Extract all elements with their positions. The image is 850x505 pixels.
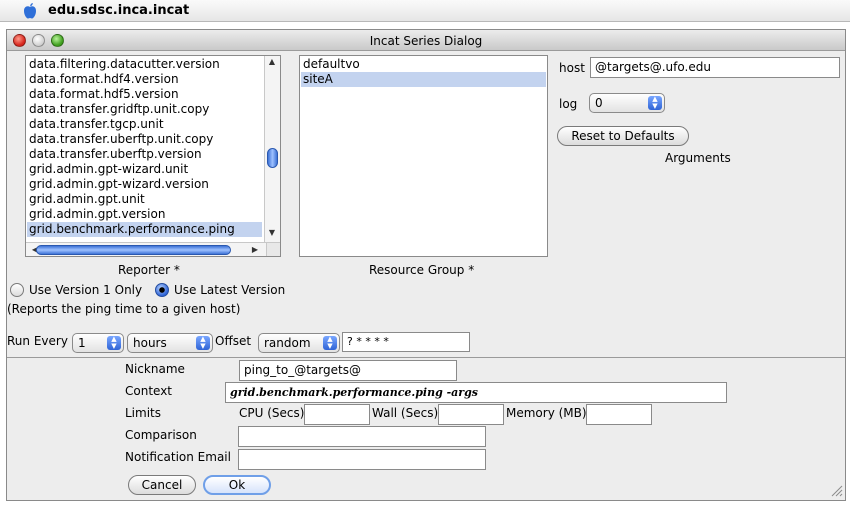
- list-item[interactable]: grid.admin.gpt-wizard.unit: [27, 162, 262, 177]
- nickname-input[interactable]: ping_to_@targets@: [239, 360, 457, 381]
- offset-mode-select[interactable]: random ▲ ▼: [258, 333, 340, 353]
- popup-arrows-icon: ▲ ▼: [648, 96, 662, 110]
- horizontal-scroll-thumb[interactable]: [36, 245, 231, 255]
- comparison-input[interactable]: [238, 426, 486, 447]
- list-item[interactable]: data.transfer.uberftp.version: [27, 147, 262, 162]
- context-label: Context: [125, 384, 173, 398]
- title-bar[interactable]: Incat Series Dialog: [7, 30, 845, 51]
- reporter-description: (Reports the ping time to a given host): [7, 302, 241, 316]
- reporter-list[interactable]: data.filtering.datacutter.version data.f…: [25, 55, 281, 257]
- reset-to-defaults-button[interactable]: Reset to Defaults: [557, 126, 689, 146]
- host-label: host: [559, 61, 585, 75]
- run-count-value: 1: [78, 336, 86, 350]
- list-item[interactable]: data.format.hdf4.version: [27, 72, 262, 87]
- time-unit-select[interactable]: hours ▲ ▼: [127, 333, 213, 353]
- dialog-content: data.filtering.datacutter.version data.f…: [7, 51, 845, 500]
- nickname-label: Nickname: [125, 362, 185, 376]
- cpu-secs-input[interactable]: [304, 404, 370, 425]
- use-latest-version-label[interactable]: Use Latest Version: [174, 283, 285, 297]
- comparison-label: Comparison: [125, 428, 197, 442]
- list-item[interactable]: data.transfer.gridftp.unit.copy: [27, 102, 262, 117]
- popup-arrows-icon: ▲ ▼: [323, 336, 337, 350]
- arguments-label: Arguments: [665, 151, 731, 165]
- log-label: log: [559, 97, 578, 111]
- series-dialog-window: Incat Series Dialog data.filtering.datac…: [6, 29, 846, 501]
- list-item[interactable]: data.transfer.tgcp.unit: [27, 117, 262, 132]
- cpu-secs-label: CPU (Secs): [239, 406, 305, 420]
- app-name[interactable]: edu.sdsc.inca.incat: [48, 3, 189, 18]
- resource-group-items: defaultvo siteA: [301, 57, 546, 87]
- window-title: Incat Series Dialog: [369, 34, 483, 48]
- cancel-button[interactable]: Cancel: [128, 475, 196, 495]
- vertical-scroll-thumb[interactable]: [267, 148, 278, 168]
- popup-arrows-icon: ▲ ▼: [196, 336, 210, 350]
- list-item[interactable]: grid.admin.gpt.unit: [27, 192, 262, 207]
- run-count-select[interactable]: 1 ▲ ▼: [72, 333, 124, 353]
- horizontal-scrollbar[interactable]: ◀ ▶: [26, 242, 266, 256]
- popup-arrows-icon: ▲ ▼: [107, 336, 121, 350]
- use-latest-version-radio[interactable]: [155, 283, 169, 297]
- context-input[interactable]: grid.benchmark.performance.ping -args: [225, 382, 727, 403]
- scroll-down-arrow-icon[interactable]: ▼: [265, 228, 279, 237]
- list-item[interactable]: data.filtering.datacutter.version: [27, 57, 262, 72]
- wall-secs-label: Wall (Secs): [372, 406, 439, 420]
- divider: [7, 357, 845, 358]
- use-version-1-label[interactable]: Use Version 1 Only: [29, 283, 142, 297]
- limits-label: Limits: [125, 406, 161, 420]
- list-item[interactable]: data.format.hdf5.version: [27, 87, 262, 102]
- apple-icon[interactable]: [22, 2, 38, 20]
- log-select[interactable]: 0 ▲ ▼: [589, 93, 665, 113]
- resource-group-list[interactable]: defaultvo siteA: [299, 55, 548, 257]
- scroll-right-arrow-icon[interactable]: ▶: [248, 245, 262, 254]
- list-item[interactable]: defaultvo: [301, 57, 546, 72]
- scroll-up-arrow-icon[interactable]: ▲: [265, 57, 279, 66]
- list-item[interactable]: grid.admin.gpt.version: [27, 207, 262, 222]
- wall-secs-input[interactable]: [438, 404, 504, 425]
- memory-mb-input[interactable]: [586, 404, 652, 425]
- reporter-list-items: data.filtering.datacutter.version data.f…: [27, 57, 262, 237]
- offset-label: Offset: [215, 334, 252, 348]
- offset-mode-value: random: [264, 336, 311, 350]
- resize-grip-icon[interactable]: [829, 483, 843, 497]
- list-item[interactable]: grid.admin.gpt-wizard.version: [27, 177, 262, 192]
- scroll-corner: [266, 242, 280, 256]
- time-unit-value: hours: [133, 336, 167, 350]
- selected-list-item[interactable]: siteA: [301, 72, 546, 87]
- cron-expression-input[interactable]: ? * * * *: [342, 332, 470, 352]
- notification-email-label: Notification Email: [125, 450, 231, 464]
- log-select-value: 0: [595, 96, 603, 110]
- list-item[interactable]: data.transfer.uberftp.unit.copy: [27, 132, 262, 147]
- notification-email-input[interactable]: [238, 449, 486, 470]
- use-version-1-radio[interactable]: [10, 283, 24, 297]
- run-every-label: Run Every: [7, 334, 68, 348]
- ok-button[interactable]: Ok: [203, 475, 271, 495]
- resource-group-caption: Resource Group *: [369, 263, 475, 277]
- memory-mb-label: Memory (MB): [506, 406, 587, 420]
- vertical-scrollbar[interactable]: ▲ ▼: [264, 56, 280, 242]
- host-input[interactable]: @targets@.ufo.edu: [590, 57, 840, 78]
- reporter-caption: Reporter *: [118, 263, 180, 277]
- selected-list-item[interactable]: grid.benchmark.performance.ping: [27, 222, 262, 237]
- menu-bar: edu.sdsc.inca.incat: [0, 0, 850, 22]
